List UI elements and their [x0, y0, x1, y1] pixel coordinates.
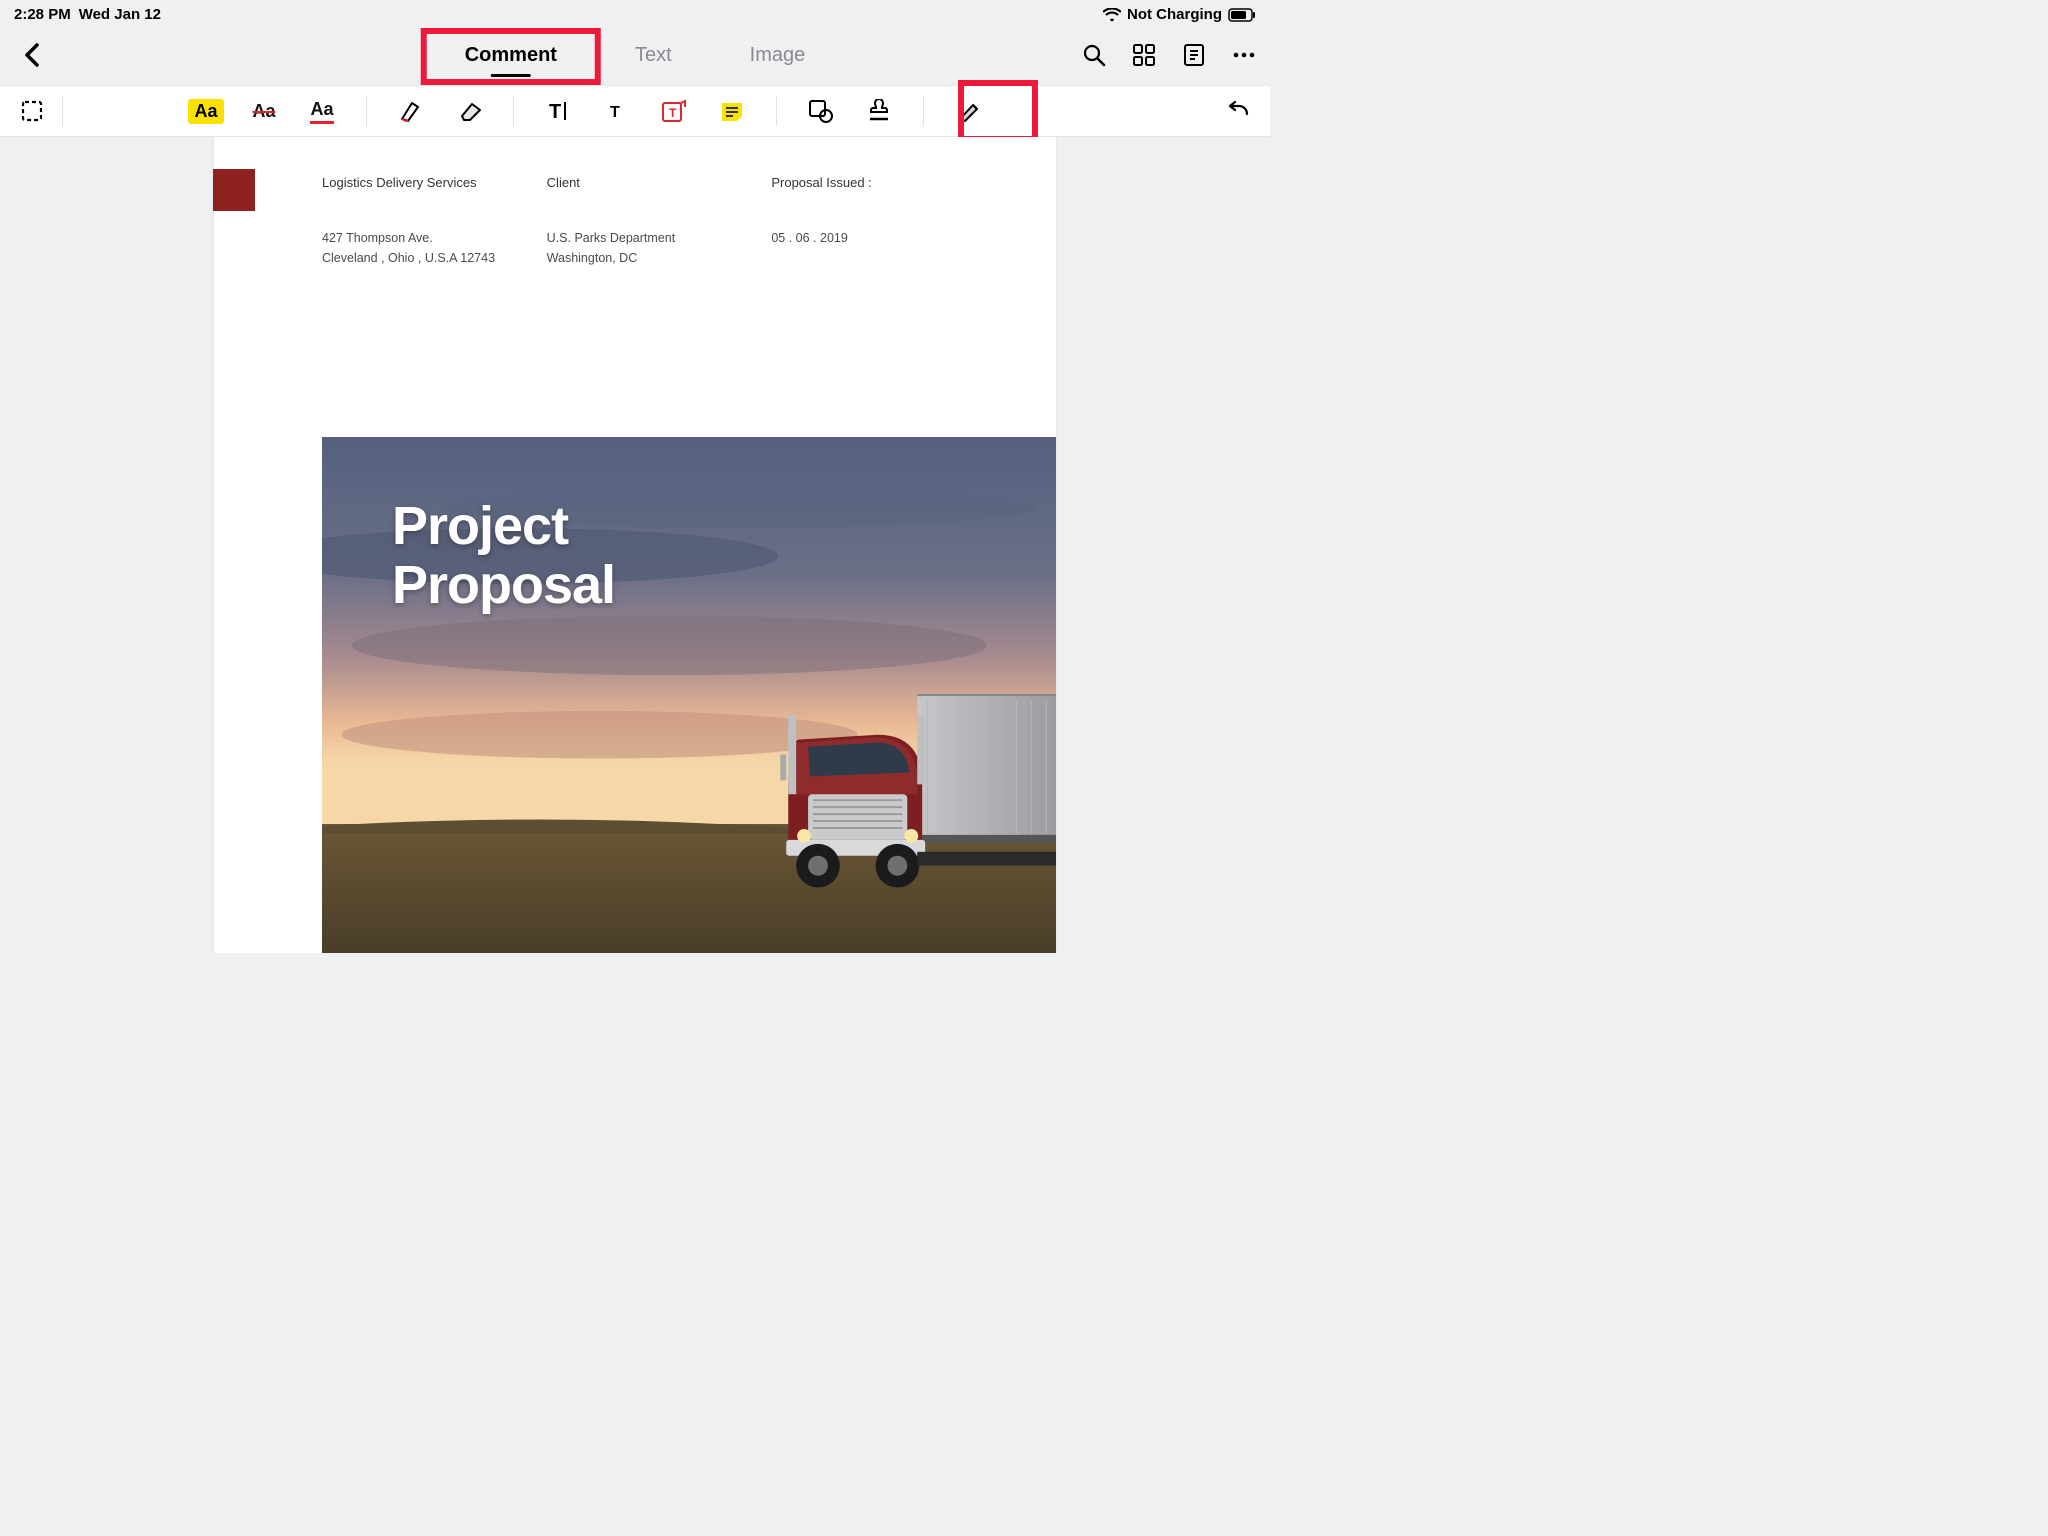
text-cursor-tool[interactable]: T	[536, 93, 580, 129]
svg-text:T: T	[549, 101, 561, 123]
issued-date: 05 . 06 . 2019	[771, 228, 996, 248]
highlight-tool[interactable]: Aa	[184, 93, 228, 129]
client-label: Client	[547, 173, 772, 194]
eraser-tool[interactable]	[447, 93, 491, 129]
tab-label: Image	[750, 44, 806, 66]
note-tool[interactable]	[710, 93, 754, 129]
hero-image: Project Proposal	[322, 437, 1056, 953]
status-date: Wed Jan 12	[79, 6, 161, 23]
svg-text:T: T	[610, 104, 620, 121]
select-area-tool[interactable]	[10, 93, 54, 129]
company-label: Logistics Delivery Services	[322, 173, 547, 194]
company-address-1: 427 Thompson Ave.	[322, 228, 547, 248]
status-bar: 2:28 PM Wed Jan 12 Not Charging	[0, 0, 1270, 25]
battery-icon	[1228, 8, 1256, 22]
search-button[interactable]	[1080, 41, 1108, 69]
separator	[776, 96, 777, 126]
svg-text:T: T	[669, 106, 677, 120]
thumbnails-button[interactable]	[1130, 41, 1158, 69]
tab-label: Comment	[465, 44, 557, 66]
hero-title-line2: Proposal	[392, 556, 615, 615]
more-button[interactable]	[1230, 41, 1258, 69]
stamp-tool[interactable]	[857, 93, 901, 129]
underline-aa-icon: Aa	[310, 99, 333, 124]
back-button[interactable]	[12, 42, 52, 68]
text-tool[interactable]: T	[594, 93, 638, 129]
strike-aa-icon: Aa	[252, 101, 275, 122]
shape-tool[interactable]	[799, 93, 843, 129]
tab-image[interactable]: Image	[746, 36, 810, 75]
status-charging: Not Charging	[1127, 6, 1222, 23]
tab-text[interactable]: Text	[631, 36, 676, 75]
issued-label: Proposal Issued :	[771, 173, 996, 194]
undo-button[interactable]	[1216, 93, 1260, 129]
status-time: 2:28 PM	[14, 6, 71, 23]
client-name: U.S. Parks Department	[547, 228, 772, 248]
hero-title-line1: Project	[392, 497, 615, 556]
separator	[62, 96, 63, 126]
company-address-2: Cleveland , Ohio , U.S.A 12743	[322, 248, 547, 268]
text-box-tool[interactable]: T	[652, 93, 696, 129]
document-canvas[interactable]: Logistics Delivery Services 427 Thompson…	[0, 137, 1270, 953]
underline-tool[interactable]: Aa	[300, 93, 344, 129]
strikethrough-tool[interactable]: Aa	[242, 93, 286, 129]
annotation-toolbar: Aa Aa Aa T T T	[0, 85, 1270, 137]
brand-mark	[213, 169, 255, 211]
signature-tool[interactable]	[946, 93, 990, 129]
bookmarks-button[interactable]	[1180, 41, 1208, 69]
top-nav: Comment Text Image	[0, 25, 1270, 85]
separator	[366, 96, 367, 126]
tab-comment[interactable]: Comment	[461, 36, 561, 75]
document-page: Logistics Delivery Services 427 Thompson…	[214, 137, 1056, 953]
ink-tool[interactable]	[389, 93, 433, 129]
separator	[923, 96, 924, 126]
separator	[513, 96, 514, 126]
highlight-aa-icon: Aa	[188, 99, 223, 124]
tab-label: Text	[635, 44, 672, 66]
client-address: Washington, DC	[547, 248, 772, 268]
wifi-icon	[1103, 8, 1121, 22]
